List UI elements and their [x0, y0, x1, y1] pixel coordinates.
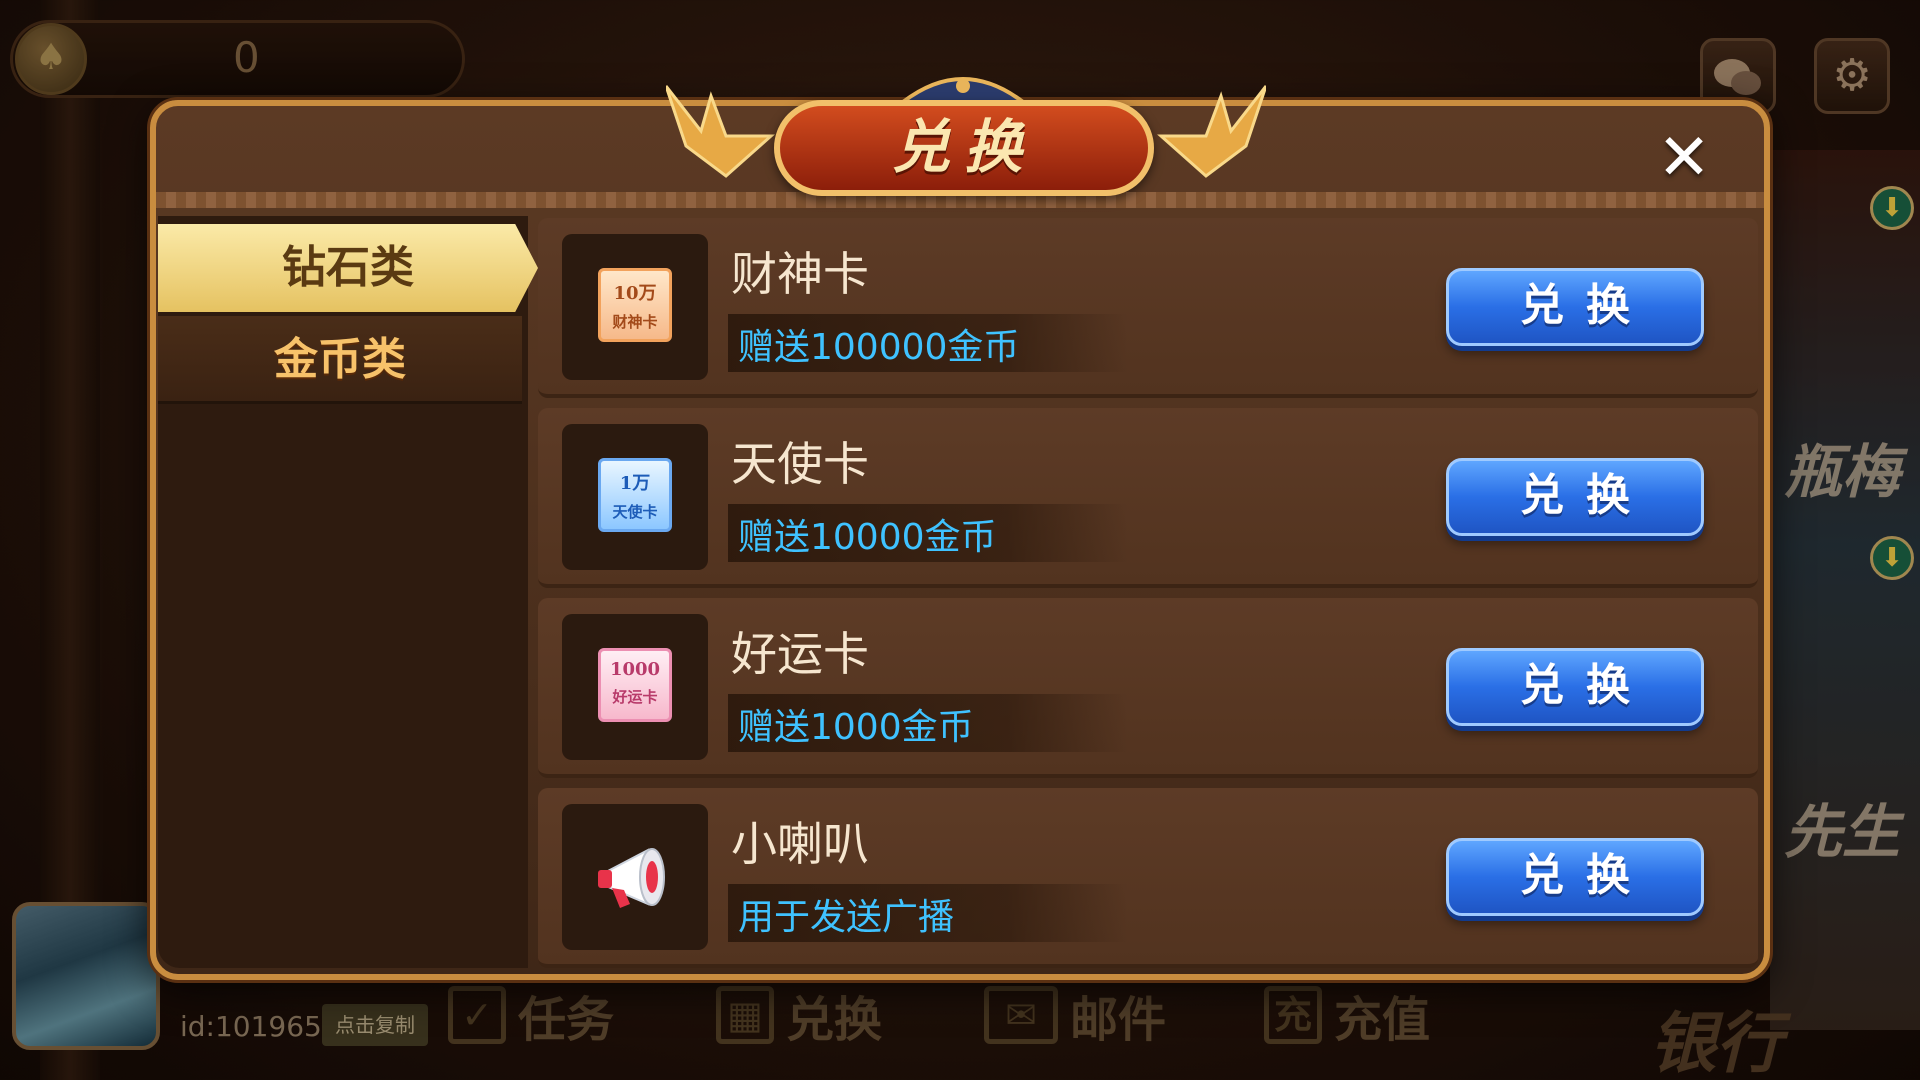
item-name: 好运卡 — [731, 627, 869, 681]
crest-ornament-icon — [898, 77, 1028, 104]
item-icon-box: 1000 好运卡 — [562, 614, 708, 760]
item-name: 天使卡 — [731, 437, 869, 491]
item-description: 用于发送广播 — [738, 897, 955, 938]
item-description: 赠送100000金币 — [738, 327, 1020, 368]
luck-card-icon: 1000 好运卡 — [598, 648, 672, 722]
item-description: 赠送10000金币 — [738, 517, 997, 558]
category-sidebar: 钻石类 金币类 — [158, 216, 538, 968]
modal-title-plate: 兑换 — [774, 100, 1154, 196]
list-item: 10万 财神卡 财神卡 赠送100000金币 兑换 — [538, 218, 1758, 398]
card-label: 好运卡 — [612, 688, 658, 706]
tab-gold-coin[interactable]: 金币类 — [158, 316, 522, 404]
redeem-button[interactable]: 兑换 — [1446, 458, 1704, 536]
redeem-button[interactable]: 兑换 — [1446, 268, 1704, 346]
wealth-card-icon: 10万 财神卡 — [598, 268, 672, 342]
exchange-item-list: 10万 财神卡 财神卡 赠送100000金币 兑换 1万 天使卡 天使卡 赠送1… — [538, 218, 1758, 968]
item-name: 小喇叭 — [731, 817, 869, 871]
item-icon-box — [562, 804, 708, 950]
list-item: 1万 天使卡 天使卡 赠送10000金币 兑换 — [538, 408, 1758, 588]
card-amount: 10万 — [613, 283, 657, 304]
item-name: 财神卡 — [731, 247, 869, 301]
megaphone-icon — [598, 848, 665, 908]
list-item: 小喇叭 用于发送广播 兑换 — [538, 788, 1758, 968]
close-icon[interactable]: ✕ — [1654, 126, 1714, 190]
card-amount: 1000 — [609, 659, 661, 680]
exchange-modal: 兑换 ✕ 钻石类 金币类 10万 财神卡 财神卡 赠送100000金币 兑换 1… — [150, 77, 1770, 980]
right-wing-ornament-icon — [1157, 85, 1266, 178]
redeem-button[interactable]: 兑换 — [1446, 648, 1704, 726]
left-wing-ornament-icon — [666, 85, 775, 178]
list-item: 1000 好运卡 好运卡 赠送1000金币 兑换 — [538, 598, 1758, 778]
redeem-button[interactable]: 兑换 — [1446, 838, 1704, 916]
tab-diamond[interactable]: 钻石类 — [158, 224, 538, 312]
modal-title: 兑换 — [891, 113, 1036, 181]
item-description: 赠送1000金币 — [738, 707, 974, 748]
card-label: 财神卡 — [612, 313, 658, 331]
item-icon-box: 10万 财神卡 — [562, 234, 708, 380]
card-label: 天使卡 — [612, 503, 658, 521]
card-amount: 1万 — [619, 473, 651, 494]
item-icon-box: 1万 天使卡 — [562, 424, 708, 570]
angel-card-icon: 1万 天使卡 — [598, 458, 672, 532]
